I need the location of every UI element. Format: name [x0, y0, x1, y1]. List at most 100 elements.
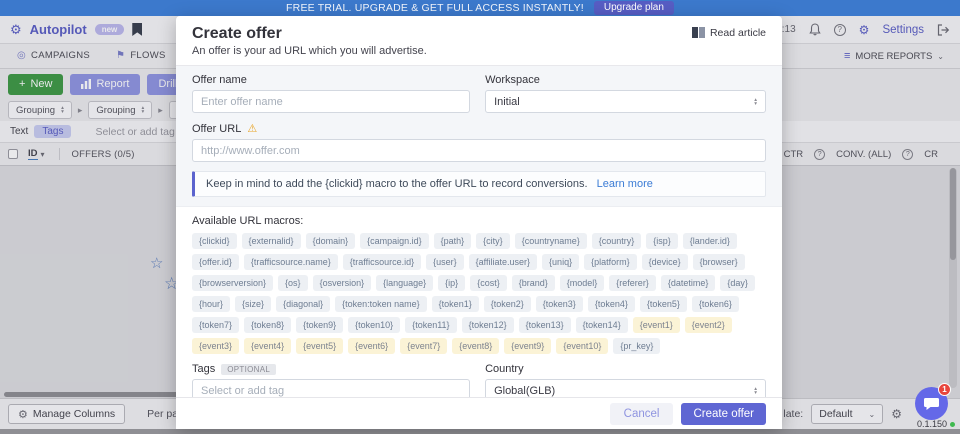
clickid-note-text: Keep in mind to add the {clickid} macro …	[206, 178, 588, 190]
macro-chip[interactable]: {event7}	[400, 338, 447, 354]
read-article-label: Read article	[710, 27, 766, 39]
macro-chip[interactable]: {token7}	[192, 317, 239, 333]
macro-chip[interactable]: {event9}	[504, 338, 551, 354]
tags-input[interactable]	[192, 379, 470, 397]
macro-chip[interactable]: {event6}	[348, 338, 395, 354]
macro-chip[interactable]: {token12}	[462, 317, 514, 333]
macro-chip[interactable]: {path}	[434, 233, 472, 249]
macro-chip[interactable]: {token2}	[484, 296, 531, 312]
chat-notification-badge: 1	[938, 383, 951, 396]
modal-header: Create offer An offer is your ad URL whi…	[176, 16, 782, 66]
tags-label: Tags	[192, 363, 215, 375]
macro-chip[interactable]: {pr_key}	[613, 338, 660, 354]
version-indicator: 0.1.150	[917, 419, 955, 429]
macro-chip[interactable]: {token14}	[576, 317, 628, 333]
workspace-label: Workspace	[485, 74, 766, 86]
macro-chip[interactable]: {brand}	[512, 275, 555, 291]
macro-chip[interactable]: {clickid}	[192, 233, 237, 249]
country-label: Country	[485, 363, 766, 375]
select-arrows-icon: ▴▾	[754, 387, 757, 395]
clickid-note: Keep in mind to add the {clickid} macro …	[192, 171, 766, 197]
macro-chip[interactable]: {token3}	[536, 296, 583, 312]
macro-chip[interactable]: {datetime}	[661, 275, 716, 291]
macro-chip[interactable]: {token8}	[244, 317, 291, 333]
country-select[interactable]: Global(GLB) ▴▾	[485, 379, 766, 397]
macro-chip[interactable]: {token4}	[588, 296, 635, 312]
macro-chip[interactable]: {token:token name}	[335, 296, 427, 312]
macro-chip[interactable]: {user}	[426, 254, 464, 270]
screen: FREE TRIAL. UPGRADE & GET FULL ACCESS IN…	[0, 0, 960, 434]
macro-chip[interactable]: {token5}	[640, 296, 687, 312]
macro-chip[interactable]: {city}	[476, 233, 510, 249]
offer-url-input[interactable]	[192, 139, 766, 162]
read-article-link[interactable]: Read article	[692, 25, 766, 57]
modal-body: Offer name Workspace Initial ▴▾ Offer UR…	[176, 66, 782, 397]
macro-chip[interactable]: {offer.id}	[192, 254, 239, 270]
macro-chip[interactable]: {domain}	[306, 233, 356, 249]
macro-chip[interactable]: {uniq}	[542, 254, 579, 270]
macro-chip[interactable]: {trafficsource.id}	[343, 254, 421, 270]
macro-chip[interactable]: {country}	[592, 233, 642, 249]
upgrade-plan-button[interactable]: Upgrade plan	[594, 1, 674, 15]
macro-chip[interactable]: {event3}	[192, 338, 239, 354]
learn-more-link[interactable]: Learn more	[597, 178, 653, 190]
macro-chip[interactable]: {day}	[720, 275, 755, 291]
create-offer-modal: Create offer An offer is your ad URL whi…	[176, 16, 782, 429]
offer-name-input[interactable]	[192, 90, 470, 113]
macro-chip[interactable]: {token11}	[405, 317, 456, 333]
macro-chip[interactable]: {token9}	[296, 317, 343, 333]
macro-chip[interactable]: {os}	[278, 275, 308, 291]
macro-chip[interactable]: {lander.id}	[683, 233, 737, 249]
macro-chip[interactable]: {browser}	[693, 254, 745, 270]
workspace-select[interactable]: Initial ▴▾	[485, 90, 766, 113]
offer-name-label: Offer name	[192, 74, 470, 86]
macro-chip[interactable]: {token10}	[348, 317, 400, 333]
macro-chip[interactable]: {affiliate.user}	[469, 254, 537, 270]
macro-chip[interactable]: {countryname}	[515, 233, 587, 249]
optional-badge: OPTIONAL	[221, 364, 276, 375]
offer-url-label: Offer URL	[192, 123, 241, 135]
macro-chip[interactable]: {event4}	[244, 338, 291, 354]
modal-title: Create offer	[192, 25, 427, 43]
macro-chip[interactable]: {device}	[642, 254, 688, 270]
macro-chip[interactable]: {event5}	[296, 338, 343, 354]
macro-chip[interactable]: {platform}	[584, 254, 637, 270]
macro-chip[interactable]: {campaign.id}	[360, 233, 429, 249]
offer-details-section: Offer name Workspace Initial ▴▾ Offer UR…	[176, 66, 782, 207]
macro-chip[interactable]: {hour}	[192, 296, 230, 312]
macros-list: {clickid} {externalid} {domain}{campaign.i…	[192, 233, 766, 354]
macro-chip[interactable]: {event2}	[685, 317, 732, 333]
trial-message: FREE TRIAL. UPGRADE & GET FULL ACCESS IN…	[286, 2, 584, 14]
create-offer-button[interactable]: Create offer	[681, 403, 766, 425]
macro-chip[interactable]: {isp}	[646, 233, 678, 249]
workspace-select-value: Initial	[494, 96, 520, 108]
modal-subtitle: An offer is your ad URL which you will a…	[192, 45, 427, 57]
macro-chip[interactable]: {referer}	[609, 275, 656, 291]
macro-chip[interactable]: {cost}	[470, 275, 507, 291]
macro-chip[interactable]: {event8}	[452, 338, 499, 354]
macro-chip[interactable]: {token1}	[432, 296, 479, 312]
macro-chip[interactable]: {token6}	[692, 296, 739, 312]
macro-chip[interactable]: {osversion}	[313, 275, 372, 291]
macro-chip[interactable]: {trafficsource.name}	[244, 254, 338, 270]
chat-widget-button[interactable]: 1	[915, 387, 948, 420]
macro-chip[interactable]: {model}	[560, 275, 605, 291]
macro-chip[interactable]: {externalid}	[242, 233, 301, 249]
macros-section: Available URL macros: {clickid} {external…	[176, 207, 782, 397]
book-icon	[692, 27, 705, 38]
cancel-button[interactable]: Cancel	[610, 403, 674, 425]
macro-chip[interactable]: {event1}	[633, 317, 680, 333]
macros-label: Available URL macros:	[192, 215, 766, 227]
macro-chip[interactable]: {ip}	[438, 275, 465, 291]
macro-chip[interactable]: {diagonal}	[276, 296, 330, 312]
chat-icon	[924, 396, 940, 411]
macro-chip[interactable]: {event10}	[556, 338, 608, 354]
macro-chip[interactable]: {token13}	[519, 317, 571, 333]
macro-chip[interactable]: {browserversion}	[192, 275, 273, 291]
tags-country-row: Tags OPTIONAL Country Global(GLB) ▴▾	[192, 363, 766, 397]
status-dot	[950, 422, 955, 427]
version-number: 0.1.150	[917, 419, 947, 429]
select-arrows-icon: ▴▾	[754, 98, 757, 106]
macro-chip[interactable]: {language}	[376, 275, 433, 291]
macro-chip[interactable]: {size}	[235, 296, 271, 312]
